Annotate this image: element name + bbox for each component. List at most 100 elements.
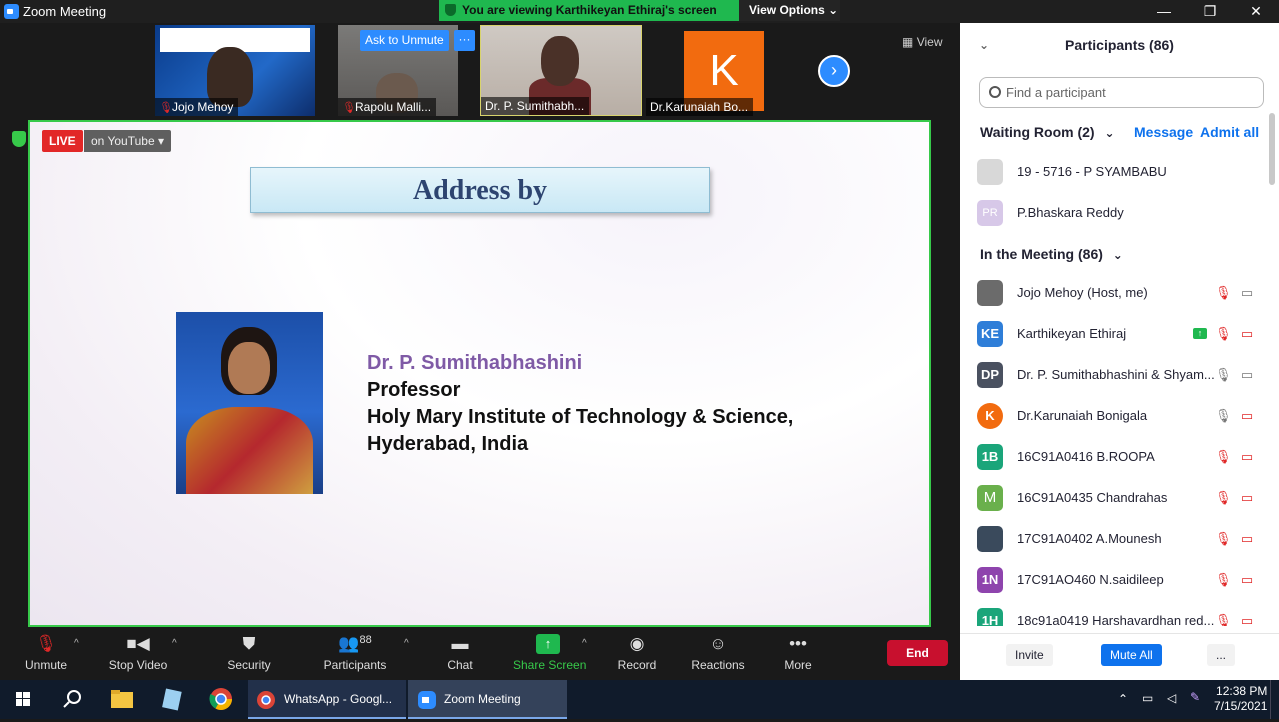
video-off-icon[interactable]: ▭ xyxy=(1239,572,1255,588)
participant-row[interactable]: 1B 16C91A0416 B.ROOPA 🎙 ▭ xyxy=(977,442,1267,472)
stop-video-button[interactable]: ■◀ Stop Video xyxy=(108,634,168,672)
avatar: PR xyxy=(977,200,1003,226)
unmute-button[interactable]: 🎙 Unmute xyxy=(24,634,68,672)
windows-taskbar: WhatsApp - Googl... Zoom Meeting ⌃ ▭ ◁ ✎… xyxy=(0,680,1279,719)
viewing-text: You are viewing Karthikeyan Ethiraj's sc… xyxy=(462,3,717,17)
admit-all-link[interactable]: Admit all xyxy=(1200,124,1259,140)
video-thumbnail[interactable]: K Dr.Karunaiah Bo... xyxy=(646,25,803,116)
video-thumbnail[interactable]: Dr. P. Sumithabh... xyxy=(480,25,642,116)
stop-video-label: Stop Video xyxy=(108,658,168,672)
video-camera-icon[interactable]: ▭ xyxy=(1239,367,1255,383)
show-desktop-button[interactable] xyxy=(1270,680,1279,719)
chat-label: Chat xyxy=(447,658,473,672)
message-waiting-link[interactable]: Message xyxy=(1134,124,1193,140)
view-button[interactable]: ▦ View xyxy=(902,35,942,49)
video-off-icon[interactable]: ▭ xyxy=(1239,449,1255,465)
volume-icon[interactable]: ◁ xyxy=(1167,691,1176,707)
thumbnail-more-button[interactable]: ··· xyxy=(454,30,475,51)
video-off-icon[interactable]: ▭ xyxy=(1239,531,1255,547)
minimize-button[interactable]: — xyxy=(1141,0,1187,23)
participant-row[interactable]: 1N 17C91AO460 N.saidileep 🎙 ▭ xyxy=(977,565,1267,595)
end-meeting-button[interactable]: End xyxy=(887,640,948,666)
pen-workspace-icon[interactable]: ✎ xyxy=(1190,690,1200,706)
avatar: DP xyxy=(977,362,1003,388)
waiting-room-toggle[interactable]: Waiting Room (2) ⌄ xyxy=(980,124,1115,140)
mute-all-button[interactable]: Mute All xyxy=(1101,644,1162,666)
reactions-label: Reactions xyxy=(691,658,745,672)
zoom-logo-icon xyxy=(4,4,19,19)
video-off-icon[interactable]: ▭ xyxy=(1239,326,1255,342)
mic-muted-icon[interactable]: 🎙 xyxy=(1215,490,1232,506)
network-icon[interactable]: ▭ xyxy=(1142,691,1153,707)
participant-name: 17C91A0402 A.Mounesh xyxy=(1017,531,1162,546)
livestream-platform-button[interactable]: on YouTube ▾ xyxy=(84,130,171,152)
mic-muted-icon[interactable]: 🎙 xyxy=(1215,285,1232,301)
share-screen-button[interactable]: ↑ Share Screen xyxy=(513,634,587,672)
taskbar-zoom-label: Zoom Meeting xyxy=(444,692,521,706)
in-meeting-toggle[interactable]: In the Meeting (86) ⌄ xyxy=(980,246,1123,262)
video-camera-icon[interactable]: ▭ xyxy=(1239,285,1255,301)
file-explorer-button[interactable] xyxy=(100,680,144,719)
participants-options-caret[interactable]: ^ xyxy=(404,638,409,649)
live-badge[interactable]: LIVE xyxy=(42,130,83,152)
more-button[interactable]: ••• More xyxy=(782,634,814,672)
mic-muted-icon[interactable]: 🎙 xyxy=(1215,449,1232,465)
share-screen-label: Share Screen xyxy=(513,658,587,672)
encryption-shield-icon[interactable] xyxy=(12,131,26,147)
audio-options-caret[interactable]: ^ xyxy=(74,638,79,649)
participants-button[interactable]: 👥88 Participants xyxy=(322,634,388,672)
emoji-plus-icon: ☺ xyxy=(709,634,727,653)
chevron-down-icon: ⌄ xyxy=(1112,248,1123,262)
chrome-button[interactable] xyxy=(198,680,244,719)
thumbnail-name-label: Rapolu Malli... xyxy=(355,100,432,114)
chat-button[interactable]: ▬ Chat xyxy=(445,634,475,672)
notepad-button[interactable] xyxy=(150,680,194,719)
maximize-button[interactable]: ❐ xyxy=(1187,0,1233,23)
participants-panel: ⌄ Participants (86) Find a participant W… xyxy=(960,23,1279,680)
shared-screen: LIVE on YouTube ▾ Address by Dr. P. Sumi… xyxy=(28,120,931,627)
video-off-icon[interactable]: ▭ xyxy=(1239,490,1255,506)
title-bar: Zoom Meeting You are viewing Karthikeyan… xyxy=(0,0,1279,23)
waiting-participant-row[interactable]: PR P.Bhaskara Reddy xyxy=(977,198,1267,228)
participant-row[interactable]: KE Karthikeyan Ethiraj ↑ 🎙 ▭ xyxy=(977,319,1267,349)
close-button[interactable]: ✕ xyxy=(1233,0,1279,23)
speaker-photo xyxy=(176,312,323,494)
speaker-details: Dr. P. Sumithabhashini Professor Holy Ma… xyxy=(367,350,793,458)
invite-button[interactable]: Invite xyxy=(1006,644,1053,666)
share-options-caret[interactable]: ^ xyxy=(582,638,587,649)
taskbar-search-button[interactable] xyxy=(50,680,94,719)
next-page-button[interactable]: › xyxy=(818,55,850,87)
reactions-button[interactable]: ☺ Reactions xyxy=(691,634,745,672)
participant-row[interactable]: DP Dr. P. Sumithabhashini & Shyam... 🎙 ▭ xyxy=(977,360,1267,390)
record-label: Record xyxy=(617,658,657,672)
tray-overflow-icon[interactable]: ⌃ xyxy=(1118,692,1128,708)
mic-muted-icon[interactable]: 🎙 xyxy=(1215,531,1232,547)
panel-more-button[interactable]: ... xyxy=(1207,644,1236,666)
collapse-chevron-icon[interactable]: ⌄ xyxy=(979,23,989,67)
participants-scrollbar[interactable] xyxy=(1269,113,1275,185)
view-options-button[interactable]: View Options ⌄ xyxy=(749,3,838,17)
system-clock[interactable]: 12:38 PM 7/15/2021 xyxy=(1214,684,1267,714)
participant-row[interactable]: 17C91A0402 A.Mounesh 🎙 ▭ xyxy=(977,524,1267,554)
security-button[interactable]: ⛊ Security xyxy=(226,634,272,672)
record-button[interactable]: ◉ Record xyxy=(617,634,657,672)
waiting-participant-row[interactable]: 19 - 5716 - P SYAMBABU xyxy=(977,157,1267,187)
mic-icon[interactable]: 🎙 xyxy=(1215,408,1232,424)
video-off-icon[interactable]: ▭ xyxy=(1239,408,1255,424)
video-off-icon[interactable]: ▭ xyxy=(1239,613,1255,626)
participant-row[interactable]: Jojo Mehoy (Host, me) 🎙 ▭ xyxy=(977,278,1267,308)
chevron-right-icon: › xyxy=(831,60,837,80)
participant-row[interactable]: M 16C91A0435 Chandrahas 🎙 ▭ xyxy=(977,483,1267,513)
video-options-caret[interactable]: ^ xyxy=(172,638,177,649)
mic-muted-icon[interactable]: 🎙 xyxy=(1215,572,1232,588)
participant-row[interactable]: K Dr.Karunaiah Bonigala 🎙 ▭ xyxy=(977,401,1267,431)
mic-muted-icon[interactable]: 🎙 xyxy=(1215,613,1232,626)
ask-to-unmute-button[interactable]: Ask to Unmute xyxy=(360,30,449,51)
avatar xyxy=(977,159,1003,185)
participant-search-input[interactable]: Find a participant xyxy=(979,77,1264,108)
start-button[interactable] xyxy=(0,680,46,719)
participant-row[interactable]: 1H 18c91a0419 Harshavardhan red... 🎙 ▭ xyxy=(977,606,1267,626)
video-thumbnail[interactable]: 🎙Jojo Mehoy xyxy=(155,25,315,116)
mic-muted-icon[interactable]: 🎙 xyxy=(1215,326,1232,342)
mic-icon[interactable]: 🎙 xyxy=(1215,367,1232,383)
